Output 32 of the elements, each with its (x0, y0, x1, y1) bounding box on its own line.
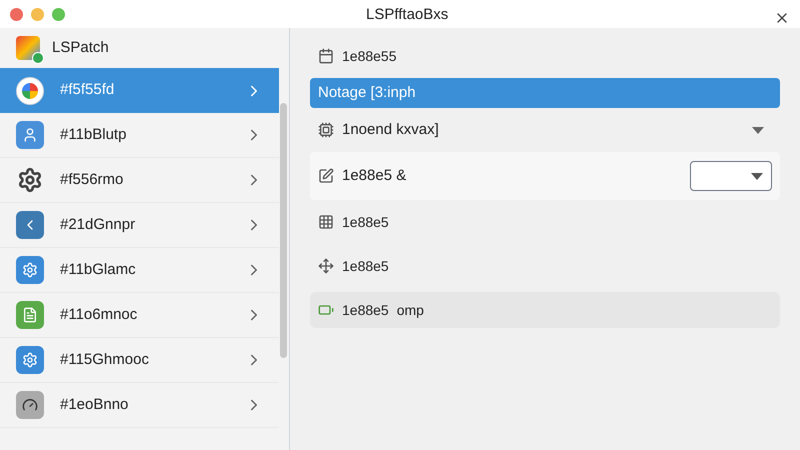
app-icon (16, 211, 44, 239)
gauge-icon (16, 391, 44, 419)
edit-icon (318, 168, 334, 184)
app-icon (16, 76, 44, 104)
sidebar-item[interactable]: #f556rmo (0, 158, 279, 203)
sidebar-item[interactable]: #11o6mnoc (0, 293, 279, 338)
sidebar-item[interactable]: #1eoBnno (0, 383, 279, 428)
grid-icon (318, 214, 334, 230)
caret-icon[interactable] (752, 126, 764, 134)
row-label: 1noend kxvax] (342, 120, 439, 140)
gear-icon (16, 346, 44, 374)
close-button[interactable] (10, 8, 23, 20)
sidebar-item[interactable]: #11bGlamc (0, 248, 279, 293)
dropdown[interactable] (690, 161, 772, 191)
arrows-icon (318, 258, 334, 274)
row-label: 1e88e55 (342, 46, 397, 66)
row-value: omp (396, 300, 424, 320)
row-label: 1e88e5 (342, 300, 389, 320)
row-label: 1e88e5 (342, 256, 389, 276)
sidebar-item[interactable]: #11bBlutp (0, 113, 279, 158)
gear-icon (16, 166, 44, 194)
document-icon (16, 301, 44, 329)
user-icon (16, 121, 44, 149)
calendar-icon (318, 48, 334, 64)
sidebar-item[interactable]: #21dGnnpr (0, 203, 279, 248)
chip-icon (318, 122, 334, 138)
app-name: LSPatch (52, 38, 109, 58)
gear-icon (16, 256, 44, 284)
sidebar-item[interactable]: #115Ghmooc (0, 338, 279, 383)
window-title: LSPfftaoBxs (366, 5, 448, 25)
row-label: 1e88e5 (342, 212, 389, 232)
row-label: 1e88e5 & (342, 166, 406, 186)
